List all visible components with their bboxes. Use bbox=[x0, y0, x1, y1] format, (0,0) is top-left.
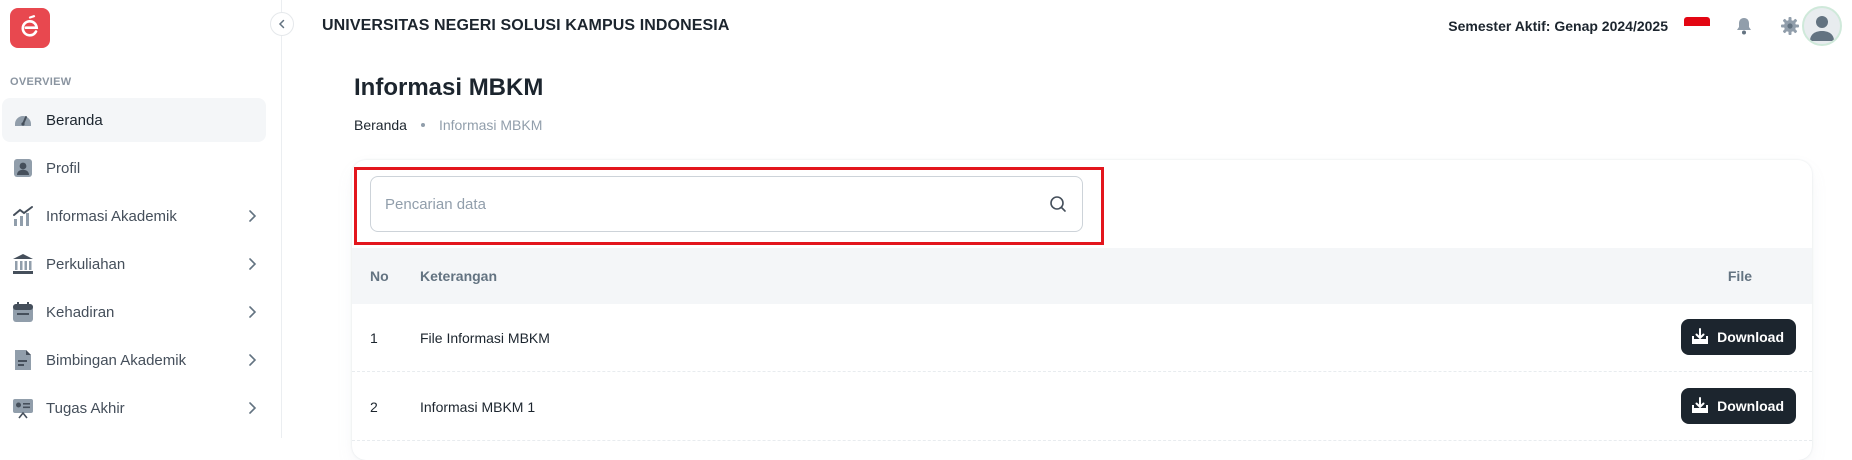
row-number: 1 bbox=[370, 330, 378, 346]
breadcrumb-home-link[interactable]: Beranda bbox=[354, 117, 407, 133]
sidebar-nav: Beranda Profil Informasi Akademik Perkul… bbox=[0, 98, 282, 434]
download-icon bbox=[1691, 397, 1709, 415]
page-title: Informasi MBKM bbox=[354, 74, 544, 101]
sidebar-item-label: Kehadiran bbox=[46, 303, 115, 321]
logo-e-icon bbox=[21, 15, 39, 37]
column-header-no[interactable]: No bbox=[370, 268, 389, 284]
chevron-left-icon bbox=[278, 19, 285, 29]
sidebar-item-label: Bimbingan Akademik bbox=[46, 351, 187, 369]
user-icon bbox=[12, 157, 34, 179]
university-name: UNIVERSITAS NEGERI SOLUSI KAMPUS INDONES… bbox=[322, 17, 730, 34]
sidebar-item-label: Perkuliahan bbox=[46, 255, 126, 273]
sidebar-item-beranda[interactable]: Beranda bbox=[2, 98, 266, 142]
avatar-icon bbox=[1810, 16, 1834, 41]
search-field[interactable] bbox=[370, 176, 1083, 232]
search-input[interactable] bbox=[385, 177, 1025, 231]
presentation-icon bbox=[12, 397, 34, 419]
user-avatar[interactable] bbox=[1802, 6, 1842, 46]
sidebar-item-informasi-akademik[interactable]: Informasi Akademik bbox=[2, 194, 266, 238]
chevron-right-icon bbox=[249, 258, 257, 270]
dashboard-icon bbox=[12, 109, 34, 131]
row-keterangan: Informasi MBKM 1 bbox=[420, 399, 536, 415]
sidebar-item-tugas-akhir[interactable]: Tugas Akhir bbox=[2, 386, 266, 430]
indonesia-flag-icon[interactable] bbox=[1684, 17, 1710, 35]
calendar-icon bbox=[12, 301, 34, 323]
sidebar-item-label: Informasi Akademik bbox=[46, 207, 177, 225]
app-logo[interactable] bbox=[10, 8, 50, 48]
chevron-right-icon bbox=[249, 210, 257, 222]
column-header-keterangan[interactable]: Keterangan bbox=[420, 268, 497, 284]
table-row: 2 Informasi MBKM 1 Download bbox=[352, 373, 1812, 441]
chevron-right-icon bbox=[249, 306, 257, 318]
sidebar-item-perkuliahan[interactable]: Perkuliahan bbox=[2, 242, 266, 286]
search-icon[interactable] bbox=[1048, 194, 1068, 214]
sidebar-section-overview: OVERVIEW bbox=[10, 76, 72, 88]
active-semester-label: Semester Aktif: Genap 2024/2025 bbox=[1448, 18, 1668, 34]
university-icon bbox=[12, 253, 34, 275]
sidebar-item-kehadiran[interactable]: Kehadiran bbox=[2, 290, 266, 334]
sidebar-collapse-button[interactable] bbox=[270, 12, 294, 36]
bell-icon[interactable] bbox=[1732, 14, 1756, 38]
row-keterangan: File Informasi MBKM bbox=[420, 330, 550, 346]
document-icon bbox=[12, 349, 34, 371]
column-header-file[interactable]: File bbox=[1728, 268, 1752, 284]
table-header: No Keterangan File bbox=[352, 248, 1812, 304]
sidebar-item-label: Beranda bbox=[46, 111, 103, 129]
chevron-right-icon bbox=[249, 402, 257, 414]
sidebar-item-label: Tugas Akhir bbox=[46, 399, 125, 417]
chevron-right-icon bbox=[249, 354, 257, 366]
download-button-label: Download bbox=[1717, 398, 1784, 414]
table-row: 1 File Informasi MBKM Download bbox=[352, 304, 1812, 372]
download-button[interactable]: Download bbox=[1681, 388, 1796, 424]
breadcrumb-current: Informasi MBKM bbox=[438, 117, 543, 133]
download-button-label: Download bbox=[1717, 329, 1784, 345]
download-button[interactable]: Download bbox=[1681, 319, 1796, 355]
sidebar: OVERVIEW Beranda Profil Informasi Akadem… bbox=[0, 0, 282, 438]
gear-icon[interactable] bbox=[1778, 14, 1802, 38]
breadcrumb: Beranda Informasi MBKM bbox=[354, 117, 542, 133]
top-header: UNIVERSITAS NEGERI SOLUSI KAMPUS INDONES… bbox=[282, 0, 1852, 52]
analytics-icon bbox=[12, 205, 34, 227]
sidebar-item-label: Profil bbox=[46, 159, 81, 177]
breadcrumb-separator bbox=[420, 123, 425, 127]
sidebar-item-bimbingan-akademik[interactable]: Bimbingan Akademik bbox=[2, 338, 266, 382]
sidebar-item-profil[interactable]: Profil bbox=[2, 146, 266, 190]
row-number: 2 bbox=[370, 399, 378, 415]
download-icon bbox=[1691, 328, 1709, 346]
